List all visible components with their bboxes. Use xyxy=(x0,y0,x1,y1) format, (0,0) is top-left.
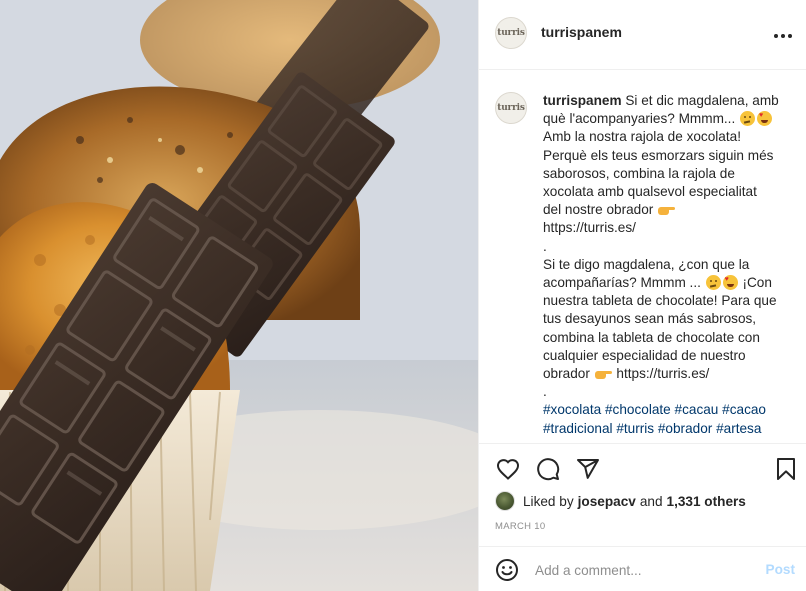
hashtag[interactable]: #chocolate xyxy=(605,402,671,417)
heart-eyes-icon xyxy=(722,275,738,291)
hashtag[interactable]: #turris xyxy=(616,421,654,436)
caption-line: del nostre obrador xyxy=(543,201,793,219)
caption-line: acompañarías? Mmmm ... ¡Con xyxy=(543,274,793,292)
pointing-right-icon xyxy=(658,202,676,217)
author-username[interactable]: turrispanem xyxy=(541,24,622,40)
hashtag[interactable]: #cacau xyxy=(675,402,719,417)
caption-line: saborosos, combina la rajola de xyxy=(543,165,735,181)
muffins-chocolate-image xyxy=(0,0,478,591)
caption-line: Perquè els teus esmorzars siguin més xyxy=(543,147,774,163)
heart-eyes-icon xyxy=(757,111,772,127)
caption-line: nuestra tableta de chocolate! Para que xyxy=(543,293,777,309)
avatar-logo-text: turris xyxy=(497,103,525,113)
caption-line: Amb la nostra rajola de xocolata! xyxy=(543,129,741,145)
caption-line: turrispanem Si et dic magdalena, amb xyxy=(543,93,779,108)
post-caption: turrispanem Si et dic magdalena, amb què… xyxy=(543,92,793,438)
post-comment-button[interactable]: Post xyxy=(766,562,795,577)
comments-area: turris turrispanem Si et dic magdalena, … xyxy=(479,71,806,443)
caption-username[interactable]: turrispanem xyxy=(543,93,622,108)
caption-link[interactable]: https://turris.es/ xyxy=(543,219,793,237)
hashtag[interactable]: #xocolata xyxy=(543,402,601,417)
caption-author-avatar[interactable]: turris xyxy=(495,92,527,124)
likes-summary[interactable]: Liked by josepacv and 1,331 others xyxy=(495,491,750,511)
caption-line: tus desayunos sean más sabrosos, xyxy=(543,311,757,327)
paper-plane-icon[interactable] xyxy=(575,456,601,482)
post-side-panel: turris turrispanem turris turrispanem Si… xyxy=(478,0,806,591)
likes-and: and xyxy=(639,493,663,509)
hashtag[interactable]: #cacao xyxy=(722,402,766,417)
caption-line: obrador https://turris.es/ xyxy=(543,366,710,382)
hashtag[interactable]: #tradicional xyxy=(543,421,613,436)
liker-username[interactable]: josepacv xyxy=(578,494,636,509)
smiley-icon[interactable] xyxy=(495,558,519,582)
avatar-logo-text: turris xyxy=(497,28,525,38)
post-header: turris turrispanem xyxy=(479,0,806,70)
comment-input[interactable] xyxy=(535,559,745,581)
caption-line: què l'acompanyaries? Mmmm... xyxy=(543,110,793,128)
caption-line: combina la tableta de chocolate con xyxy=(543,329,760,345)
hashtag-line: #xocolata #chocolate #cacau #cacao xyxy=(543,401,793,419)
caption-line: cualquier especialidad de nuestro xyxy=(543,347,746,363)
hashtag-line: #tradicional #turris #obrador #artesa xyxy=(543,420,793,438)
bookmark-icon[interactable] xyxy=(773,456,799,482)
comment-bubble-icon[interactable] xyxy=(535,456,561,482)
instagram-post: turris turrispanem turris turrispanem Si… xyxy=(0,0,806,591)
more-options-icon[interactable] xyxy=(771,24,795,48)
thinking-face-icon xyxy=(705,275,721,291)
hashtag[interactable]: #artesa xyxy=(716,421,761,436)
caption-line: xocolata amb qualsevol especialitat xyxy=(543,184,757,200)
likes-prefix: Liked by xyxy=(523,493,574,509)
post-date[interactable]: MARCH 10 xyxy=(495,521,545,532)
caption-line: . xyxy=(543,384,547,400)
caption-link[interactable]: https://turris.es/ xyxy=(613,366,709,381)
thinking-face-icon xyxy=(740,111,755,127)
hashtag[interactable]: #obrador xyxy=(658,421,712,436)
liker-avatar[interactable] xyxy=(495,491,515,511)
caption-line: Si te digo magdalena, ¿con que la xyxy=(543,256,750,272)
likes-count[interactable]: 1,331 others xyxy=(667,494,746,509)
caption-line: . xyxy=(543,238,547,254)
add-comment-bar: Post xyxy=(479,546,806,591)
heart-outline-icon[interactable] xyxy=(495,456,521,482)
post-actions: Liked by josepacv and 1,331 others MARCH… xyxy=(479,443,806,546)
author-avatar[interactable]: turris xyxy=(495,17,527,49)
pointing-right-icon xyxy=(594,366,612,381)
post-photo[interactable] xyxy=(0,0,478,591)
